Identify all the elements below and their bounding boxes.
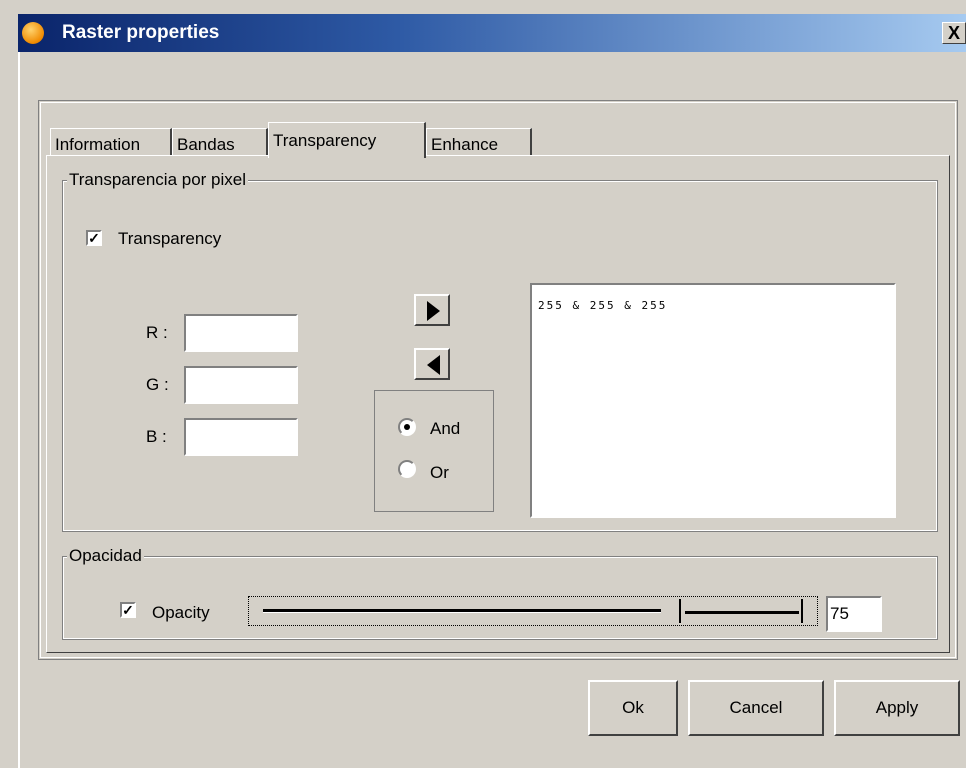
window-title-bar[interactable]: Raster properties X [18,14,966,52]
operator-radio-group [374,390,494,512]
opacity-label: Opacity [152,603,210,622]
transparency-checkbox[interactable]: ✓ [86,230,102,246]
pixel-group-title: Transparencia por pixel [67,170,249,190]
check-icon: ✓ [122,602,134,618]
r-label: R : [146,323,168,342]
tab-bandas[interactable]: Bandas [172,128,268,156]
close-button[interactable]: X [942,22,966,44]
arrow-left-icon [427,355,440,375]
add-color-button[interactable] [414,294,450,326]
tab-enhance[interactable]: Enhance [426,128,532,156]
g-input[interactable] [184,366,298,404]
opacity-slider[interactable] [248,596,818,626]
opacity-value-field[interactable]: 75 [826,596,882,632]
opacity-group-title: Opacidad [67,546,144,566]
apply-button[interactable]: Apply [834,680,960,736]
b-input[interactable] [184,418,298,456]
slider-thumb[interactable] [679,599,803,623]
check-icon: ✓ [88,230,100,246]
radio-dot [404,424,410,430]
app-icon [22,22,44,44]
cancel-button[interactable]: Cancel [688,680,824,736]
opacity-checkbox[interactable]: ✓ [120,602,136,618]
window-title: Raster properties [62,22,220,43]
slider-thumb-line [685,611,799,614]
b-label: B : [146,427,167,446]
slider-track-highlight [263,612,661,613]
remove-color-button[interactable] [414,348,450,380]
r-input[interactable] [184,314,298,352]
and-label: And [430,419,461,438]
and-radio[interactable] [398,418,416,436]
g-label: G : [146,375,169,394]
tab-information[interactable]: Information [50,128,172,156]
or-radio[interactable] [398,460,416,478]
transparency-label: Transparency [118,229,222,248]
or-label: Or [430,463,449,482]
list-item[interactable]: 255 & 255 & 255 [538,299,894,312]
window-edge [18,52,20,768]
tab-transparency[interactable]: Transparency [268,122,426,158]
arrow-right-icon [427,301,440,321]
ok-button[interactable]: Ok [588,680,678,736]
transparency-color-list[interactable]: 255 & 255 & 255 [530,283,896,518]
